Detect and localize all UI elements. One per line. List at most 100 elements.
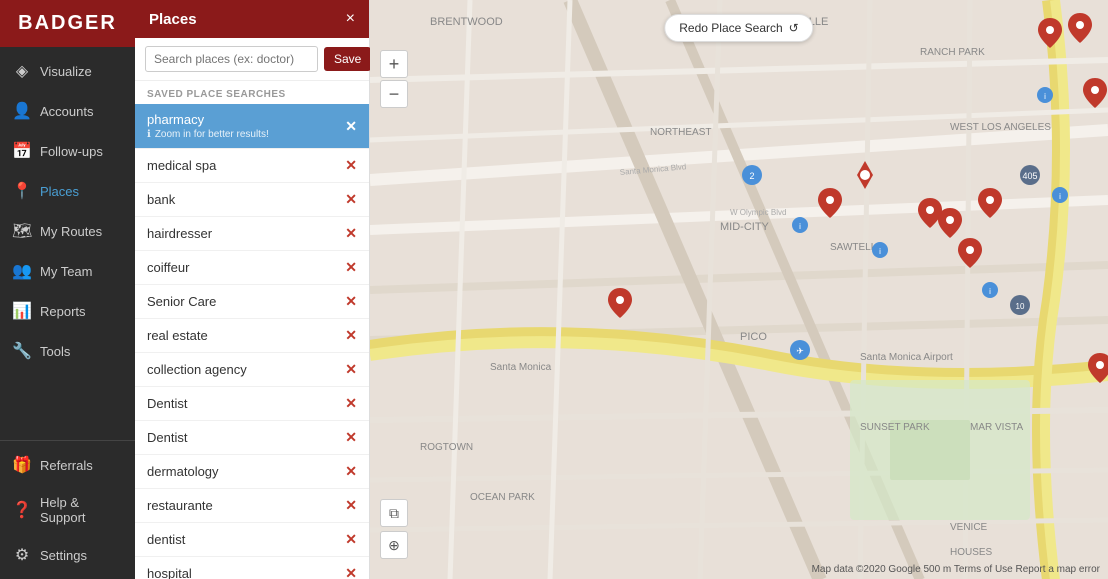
zoom-in-button[interactable]: + [380, 50, 408, 78]
delete-search-button[interactable]: ✕ [345, 157, 357, 174]
sidebar-item-label: Accounts [40, 104, 93, 119]
zoom-out-button[interactable]: − [380, 80, 408, 108]
place-list-item[interactable]: restaurante ✕ [135, 489, 369, 523]
save-button[interactable]: Save [324, 47, 371, 71]
sidebar-item-accounts[interactable]: 👤 Accounts [0, 91, 135, 131]
my-routes-icon: 🗺 [12, 221, 32, 241]
sidebar-item-places[interactable]: 📍 Places [0, 171, 135, 211]
sidebar-item-help-support[interactable]: ❓ Help & Support [0, 485, 135, 535]
delete-search-button[interactable]: ✕ [345, 118, 357, 135]
sidebar-item-label: Reports [40, 304, 86, 319]
sidebar-item-label: Visualize [40, 64, 92, 79]
delete-search-button[interactable]: ✕ [345, 327, 357, 344]
svg-text:✈: ✈ [796, 346, 804, 356]
redo-search-icon: ↺ [789, 21, 799, 35]
redo-search-button[interactable]: Redo Place Search ↺ [664, 14, 813, 42]
map-location-button[interactable]: ⊕ [380, 531, 408, 559]
sidebar-item-label: My Routes [40, 224, 102, 239]
svg-text:PICO: PICO [740, 331, 767, 343]
svg-text:2: 2 [749, 171, 754, 181]
map-layer-button[interactable]: ⧉ [380, 499, 408, 527]
place-list-item[interactable]: real estate✕ [135, 319, 369, 353]
sidebar-item-follow-ups[interactable]: 📅 Follow-ups [0, 131, 135, 171]
places-search-row: Save [135, 38, 369, 81]
delete-search-button[interactable]: ✕ [345, 429, 357, 446]
svg-text:i: i [879, 247, 881, 256]
sidebar-item-referrals[interactable]: 🎁 Referrals [0, 445, 135, 485]
sidebar-item-label: Help & Support [40, 495, 123, 525]
places-close-button[interactable]: × [346, 10, 355, 28]
delete-search-button[interactable]: ✕ [345, 191, 357, 208]
place-name: medical spa [147, 158, 216, 173]
place-name: Dentist [147, 430, 187, 445]
delete-search-button[interactable]: ✕ [345, 293, 357, 310]
map-controls: + − [380, 50, 408, 108]
place-list-item[interactable]: bank ✕ [135, 183, 369, 217]
place-list-item[interactable]: hospital ✕ [135, 557, 369, 579]
svg-text:ROGTOWN: ROGTOWN [420, 442, 473, 453]
redo-search-label: Redo Place Search [679, 21, 782, 35]
place-list-item[interactable]: dentist ✕ [135, 523, 369, 557]
delete-search-button[interactable]: ✕ [345, 225, 357, 242]
app-name: BADGER [18, 12, 117, 35]
svg-text:MAR VISTA: MAR VISTA [970, 422, 1023, 433]
place-list-item[interactable]: Dentist ✕ [135, 387, 369, 421]
reports-icon: 📊 [12, 301, 32, 321]
place-list-item[interactable]: medical spa ✕ [135, 149, 369, 183]
places-icon: 📍 [12, 181, 32, 201]
referrals-icon: 🎁 [12, 455, 32, 475]
svg-text:OCEAN PARK: OCEAN PARK [470, 492, 535, 503]
place-name: hospital [147, 566, 192, 579]
sidebar-item-reports[interactable]: 📊 Reports [0, 291, 135, 331]
tools-icon: 🔧 [12, 341, 32, 361]
sidebar-item-label: Referrals [40, 458, 93, 473]
place-name: coiffeur [147, 260, 189, 275]
svg-text:VENICE: VENICE [950, 522, 988, 533]
svg-text:10: 10 [1016, 302, 1025, 311]
my-team-icon: 👥 [12, 261, 32, 281]
place-list-item[interactable]: Dentist ✕ [135, 421, 369, 455]
sidebar-item-label: Follow-ups [40, 144, 103, 159]
place-list-item[interactable]: pharmacyℹ Zoom in for better results!✕ [135, 104, 369, 149]
place-name: dermatology [147, 464, 219, 479]
follow-ups-icon: 📅 [12, 141, 32, 161]
places-header: Places × [135, 0, 369, 38]
sidebar-item-my-routes[interactable]: 🗺 My Routes [0, 211, 135, 251]
accounts-icon: 👤 [12, 101, 32, 121]
svg-text:BRENTWOOD: BRENTWOOD [430, 16, 503, 28]
delete-search-button[interactable]: ✕ [345, 565, 357, 579]
map-bottom-controls: ⧉ ⊕ [380, 499, 408, 559]
places-panel-title: Places [149, 11, 197, 28]
delete-search-button[interactable]: ✕ [345, 531, 357, 548]
place-list-item[interactable]: coiffeur ✕ [135, 251, 369, 285]
delete-search-button[interactable]: ✕ [345, 497, 357, 514]
sidebar-item-tools[interactable]: 🔧 Tools [0, 331, 135, 371]
svg-text:i: i [989, 287, 991, 296]
place-list-item[interactable]: dermatology ✕ [135, 455, 369, 489]
delete-search-button[interactable]: ✕ [345, 395, 357, 412]
delete-search-button[interactable]: ✕ [345, 259, 357, 276]
place-list-item[interactable]: hairdresser ✕ [135, 217, 369, 251]
svg-text:MID-CITY: MID-CITY [720, 221, 770, 233]
map-background: BRENTWOOD SAWTELLE RANCH PARK NORTHEAST … [370, 0, 1108, 579]
delete-search-button[interactable]: ✕ [345, 463, 357, 480]
place-name: dentist [147, 532, 185, 547]
svg-text:i: i [799, 222, 801, 231]
place-list-item[interactable]: collection agency ✕ [135, 353, 369, 387]
sidebar-item-my-team[interactable]: 👥 My Team [0, 251, 135, 291]
saved-searches-label: SAVED PLACE SEARCHES [135, 81, 369, 104]
sidebar-item-visualize[interactable]: ◈ Visualize [0, 51, 135, 91]
delete-search-button[interactable]: ✕ [345, 361, 357, 378]
map-area[interactable]: BRENTWOOD SAWTELLE RANCH PARK NORTHEAST … [370, 0, 1108, 579]
svg-text:i: i [1044, 92, 1046, 101]
place-name: hairdresser [147, 226, 212, 241]
place-name: collection agency [147, 362, 247, 377]
place-name: bank [147, 192, 175, 207]
sidebar: BADGER ◈ Visualize 👤 Accounts 📅 Follow-u… [0, 0, 135, 579]
info-icon: ℹ [147, 129, 151, 140]
place-name: Dentist [147, 396, 187, 411]
place-name: restaurante [147, 498, 213, 513]
place-list-item[interactable]: Senior Care✕ [135, 285, 369, 319]
sidebar-item-settings[interactable]: ⚙ Settings [0, 535, 135, 575]
search-input[interactable] [145, 46, 318, 72]
